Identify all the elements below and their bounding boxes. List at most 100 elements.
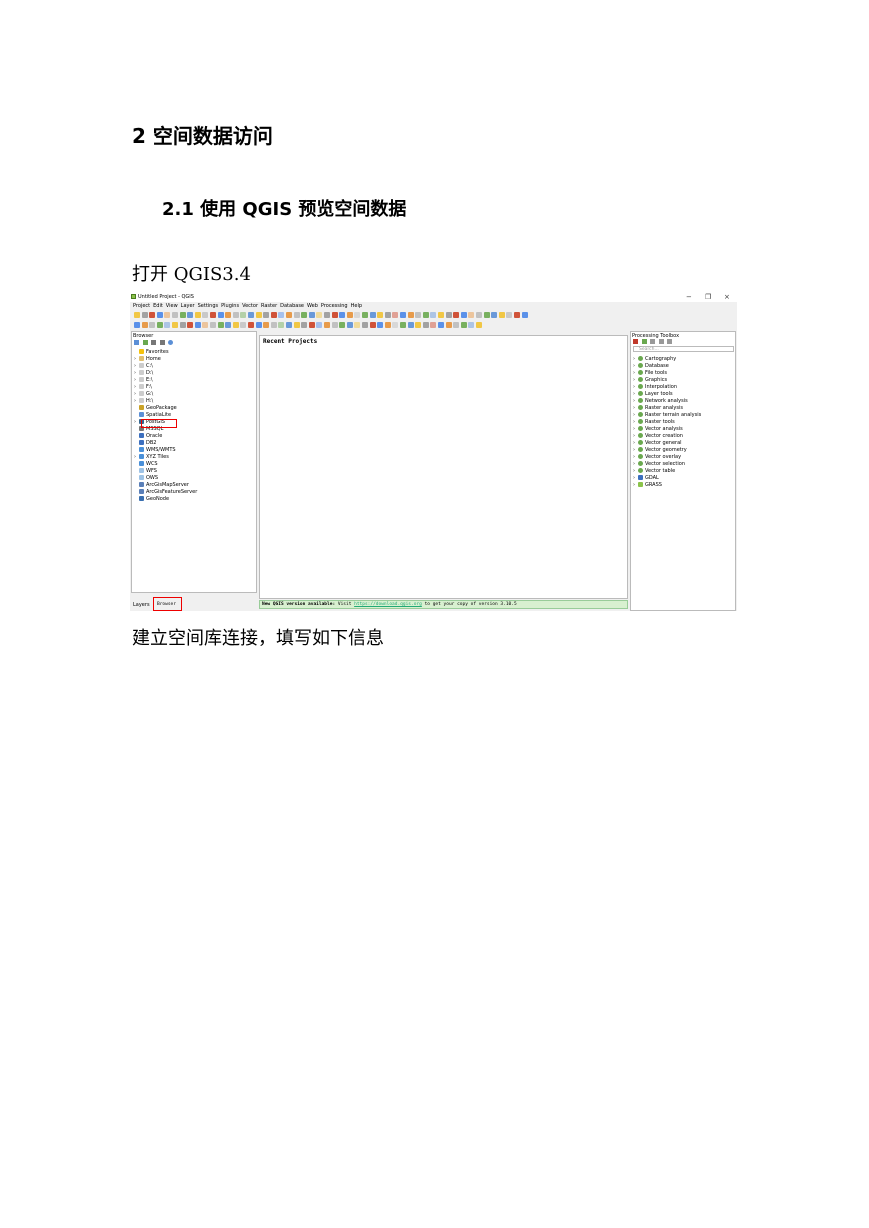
browser-item-home[interactable]: › Home [134,356,197,363]
browser-item-geonode[interactable]: GeoNode [134,496,197,503]
toolbar-1-tool-15-icon[interactable] [240,312,247,318]
toolbar-1-tool-50-icon[interactable] [506,312,513,318]
toolbox-item-vectorcreation[interactable]: › Vector creation [633,433,701,440]
browser-item-wfs[interactable]: WFS [134,468,197,475]
toolbar-2-tool-15-icon[interactable] [240,322,247,328]
toolbar-2-tool-20-icon[interactable] [278,322,285,328]
toolbar-2-tool-23-icon[interactable] [301,322,308,328]
scripts-icon[interactable] [641,339,647,344]
toolbox-item-networkanalysis[interactable]: › Network analysis [633,398,701,405]
toolbar-1-tool-47-icon[interactable] [483,312,490,318]
toolbox-item-rasteranalysis[interactable]: › Raster analysis [633,405,701,412]
toolbar-1-tool-34-icon[interactable] [384,312,391,318]
toolbar-2-tool-17-icon[interactable] [255,322,262,328]
toolbar-1-tool-36-icon[interactable] [400,312,406,318]
toolbar-2-tool-33-icon[interactable] [377,322,384,328]
collapse-icon[interactable] [159,340,165,345]
toolbar-1-tool-21-icon[interactable] [286,312,292,318]
toolbar-1-tool-2-icon[interactable] [141,312,148,318]
toolbar-1-tool-42-icon[interactable] [445,312,452,318]
toolbar-1-tool-24-icon[interactable] [308,312,315,318]
toolbar-1-tool-38-icon[interactable] [415,312,422,318]
browser-item-arcgismapserver[interactable]: ArcGisMapServer [134,482,197,489]
toolbar-2-tool-46-icon[interactable] [476,322,482,328]
toolbar-1-tool-22-icon[interactable] [293,312,300,318]
toolbar-2-tool-34-icon[interactable] [384,322,391,328]
toolbar-2-tool-42-icon[interactable] [445,322,452,328]
browser-item-c[interactable]: › C:\ [134,363,197,370]
toolbar-2-tool-11-icon[interactable] [210,322,216,328]
menu-vector[interactable]: Vector [242,302,258,310]
toolbar-2-tool-10-icon[interactable] [202,322,209,328]
browser-item-arcgisfeatureserver[interactable]: ArcGisFeatureServer [134,489,197,496]
toolbar-1-tool-8-icon[interactable] [187,312,194,318]
toolbar-1-tool-6-icon[interactable] [172,312,178,318]
toolbar-1-tool-26-icon[interactable] [324,312,330,318]
toolbar-2-tool-27-icon[interactable] [331,322,338,328]
toolbar-1-tool-39-icon[interactable] [422,312,429,318]
toolbar-2-tool-2-icon[interactable] [141,322,148,328]
browser-item-wmswmts[interactable]: WMS/WMTS [134,447,197,454]
toolbar-2-tool-4-icon[interactable] [156,322,163,328]
results-icon[interactable] [658,339,664,344]
browser-item-e[interactable]: › E:\ [134,377,197,384]
menu-help[interactable]: Help [351,302,362,310]
toolbar-2-tool-24-icon[interactable] [308,322,315,328]
properties-icon[interactable] [168,340,174,345]
toolbar-1-tool-44-icon[interactable] [460,312,467,318]
download-link[interactable]: https://download.qgis.org [354,602,422,607]
toolbox-search-input[interactable]: Search... [633,346,734,352]
toolbar-1-tool-31-icon[interactable] [362,312,368,318]
toolbar-2-tool-8-icon[interactable] [187,322,194,328]
toolbar-1-tool-25-icon[interactable] [316,312,323,318]
menu-raster[interactable]: Raster [261,302,277,310]
toolbox-item-rastertools[interactable]: › Raster tools [633,419,701,426]
toolbox-item-database[interactable]: › Database [633,363,701,370]
browser-item-ows[interactable]: OWS [134,475,197,482]
toolbar-2-tool-25-icon[interactable] [316,322,323,328]
toolbar-1-tool-5-icon[interactable] [164,312,171,318]
toolbox-item-gdal[interactable]: › GDAL [633,475,701,482]
filter-icon[interactable] [151,340,157,345]
menu-processing[interactable]: Processing [321,302,348,310]
browser-item-favorites[interactable]: Favorites [134,349,197,356]
tab-layers[interactable]: Layers [131,601,152,609]
toolbar-2-tool-30-icon[interactable] [354,322,361,328]
toolbar-1-tool-37-icon[interactable] [407,312,414,318]
toolbox-item-vectorgeneral[interactable]: › Vector general [633,440,701,447]
toolbar-1-tool-18-icon[interactable] [263,312,270,318]
toolbar-1-tool-45-icon[interactable] [468,312,475,318]
toolbar-2-tool-29-icon[interactable] [346,322,353,328]
browser-item-spatialite[interactable]: SpatiaLite [134,412,197,419]
toolbar-2-tool-39-icon[interactable] [422,322,429,328]
toolbar-2-tool-43-icon[interactable] [453,322,460,328]
toolbar-1-tool-29-icon[interactable] [346,312,353,318]
browser-item-f[interactable]: › F:\ [134,384,197,391]
toolbar-2-tool-12-icon[interactable] [217,322,224,328]
toolbar-2-tool-44-icon[interactable] [460,322,467,328]
toolbar-1-tool-12-icon[interactable] [217,312,224,318]
menu-web[interactable]: Web [307,302,318,310]
menu-settings[interactable]: Settings [198,302,219,310]
browser-item-wcs[interactable]: WCS [134,461,197,468]
toolbox-item-vectoroverlay[interactable]: › Vector overlay [633,454,701,461]
toolbar-1-tool-17-icon[interactable] [255,312,262,318]
toolbar-2-tool-37-icon[interactable] [407,322,414,328]
toolbar-2-tool-22-icon[interactable] [293,322,300,328]
menu-view[interactable]: View [166,302,178,310]
toolbox-item-vectoranalysis[interactable]: › Vector analysis [633,426,701,433]
add-icon[interactable] [134,340,139,345]
toolbox-item-vectortable[interactable]: › Vector table [633,468,701,475]
toolbar-1-tool-49-icon[interactable] [498,312,505,318]
toolbar-1-tool-43-icon[interactable] [453,312,460,318]
toolbar-1-tool-3-icon[interactable] [149,312,156,318]
toolbar-1-tool-46-icon[interactable] [476,312,482,318]
toolbar-1-tool-35-icon[interactable] [392,312,399,318]
toolbar-1-tool-11-icon[interactable] [210,312,216,318]
browser-item-oracle[interactable]: Oracle [134,433,197,440]
toolbar-2-tool-21-icon[interactable] [286,322,292,328]
models-icon[interactable] [633,339,638,344]
toolbox-item-vectorgeometry[interactable]: › Vector geometry [633,447,701,454]
toolbar-2-tool-35-icon[interactable] [392,322,399,328]
toolbar-1-tool-16-icon[interactable] [248,312,254,318]
